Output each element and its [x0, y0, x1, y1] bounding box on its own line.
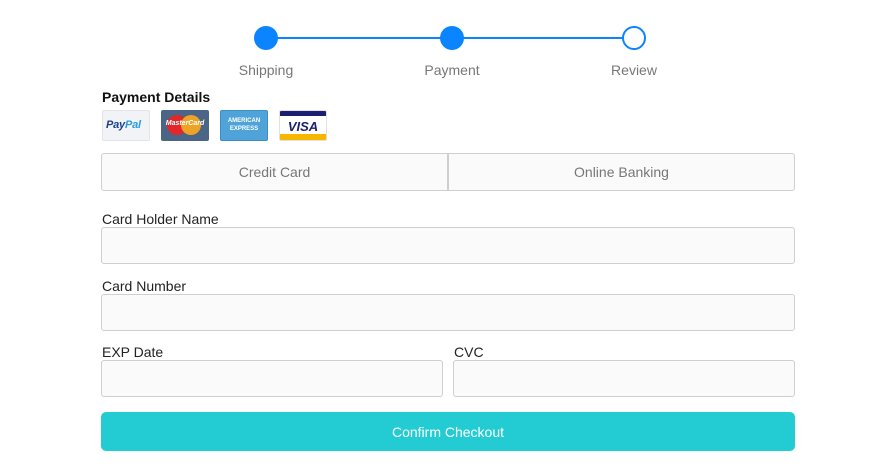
- amex-logo: AMERICAN EXPRESS: [220, 110, 268, 141]
- mastercard-logo: MasterCard: [161, 110, 209, 141]
- card-number-label: Card Number: [102, 278, 187, 294]
- payment-method-tabs: Credit Card Online Banking: [101, 153, 795, 191]
- step-review-label: Review: [611, 62, 657, 78]
- exp-date-input[interactable]: [101, 360, 443, 397]
- tab-credit-card[interactable]: Credit Card: [101, 153, 448, 191]
- step-payment-dot[interactable]: [440, 26, 464, 50]
- card-number-input[interactable]: [101, 294, 795, 331]
- card-holder-input[interactable]: [101, 227, 795, 264]
- visa-logo: VISA: [279, 110, 327, 141]
- cvc-label: CVC: [454, 344, 484, 360]
- step-shipping-label: Shipping: [238, 62, 294, 78]
- paypal-logo: PayPal: [102, 110, 150, 141]
- step-review-dot[interactable]: [622, 26, 646, 50]
- exp-date-label: EXP Date: [102, 344, 164, 360]
- step-payment-label: Payment: [424, 62, 480, 78]
- card-holder-label: Card Holder Name: [102, 211, 219, 227]
- stepper-line-shipping-payment: [266, 37, 452, 39]
- checkout-stepper: Shipping Payment Review: [0, 0, 881, 90]
- step-shipping-dot[interactable]: [254, 26, 278, 50]
- cvc-input[interactable]: [453, 360, 795, 397]
- stepper-line-payment-review: [452, 37, 634, 39]
- payment-details-title: Payment Details: [102, 89, 211, 105]
- confirm-checkout-button[interactable]: Confirm Checkout: [101, 412, 795, 451]
- checkout-page: Shipping Payment Review Payment Details …: [0, 0, 881, 472]
- tab-online-banking[interactable]: Online Banking: [448, 153, 795, 191]
